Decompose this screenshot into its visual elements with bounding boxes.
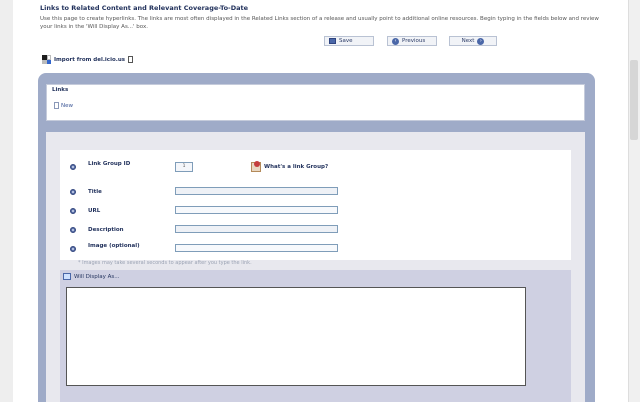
display-label: Will Display As... [74, 273, 120, 280]
links-title: Links [52, 87, 69, 93]
next-button-label: Next [461, 38, 475, 44]
import-delicious-label: Import from del.icio.us [54, 56, 126, 63]
bullet-icon [70, 246, 76, 252]
import-delicious-link[interactable]: Import from del.icio.us [42, 55, 134, 64]
next-icon: › [477, 37, 485, 45]
previous-icon: ‹ [392, 37, 399, 45]
delicious-icon [42, 55, 51, 64]
link-group-help-icon [251, 161, 261, 172]
image-label: Image (optional) [88, 243, 140, 249]
left-rail [0, 0, 13, 402]
bullet-icon [70, 164, 76, 170]
url-label: URL [88, 208, 101, 214]
scrollbar-thumb[interactable] [630, 60, 638, 140]
image-note: * Images may take several seconds to app… [78, 260, 252, 266]
display-header: Will Display As... [63, 273, 120, 280]
link-preview-box [66, 287, 526, 386]
bullet-icon [70, 208, 76, 214]
description-label: Description [88, 227, 124, 233]
save-button-label: Save [339, 38, 353, 44]
page: Links to Related Content and Relevant Co… [0, 0, 640, 402]
next-button[interactable]: Next › [449, 36, 497, 46]
link-group-label: Link Group ID [88, 161, 131, 167]
links-box [46, 84, 585, 121]
url-input[interactable] [175, 206, 338, 214]
new-link-button[interactable]: New [54, 102, 73, 109]
title-input[interactable] [175, 187, 338, 195]
previous-button-label: Previous [402, 38, 426, 44]
previous-button[interactable]: ‹ Previous [387, 36, 437, 46]
save-button[interactable]: Save [324, 36, 374, 46]
external-link-icon [128, 56, 134, 63]
bullet-icon [70, 189, 76, 195]
title-label: Title [88, 189, 102, 195]
display-icon [63, 273, 71, 280]
save-icon [329, 38, 336, 44]
description-input[interactable] [175, 225, 338, 233]
page-title: Links to Related Content and Relevant Co… [40, 4, 249, 12]
image-input[interactable] [175, 244, 338, 252]
page-intro: Use this page to create hyperlinks. The … [40, 16, 599, 30]
link-group-select[interactable]: 1 [175, 162, 193, 172]
whats-link-group-link[interactable]: What's a link Group? [251, 161, 329, 172]
new-doc-icon [54, 102, 59, 109]
bullet-icon [70, 227, 76, 233]
new-link-label: New [61, 102, 73, 109]
whats-link-group-label: What's a link Group? [264, 164, 329, 170]
